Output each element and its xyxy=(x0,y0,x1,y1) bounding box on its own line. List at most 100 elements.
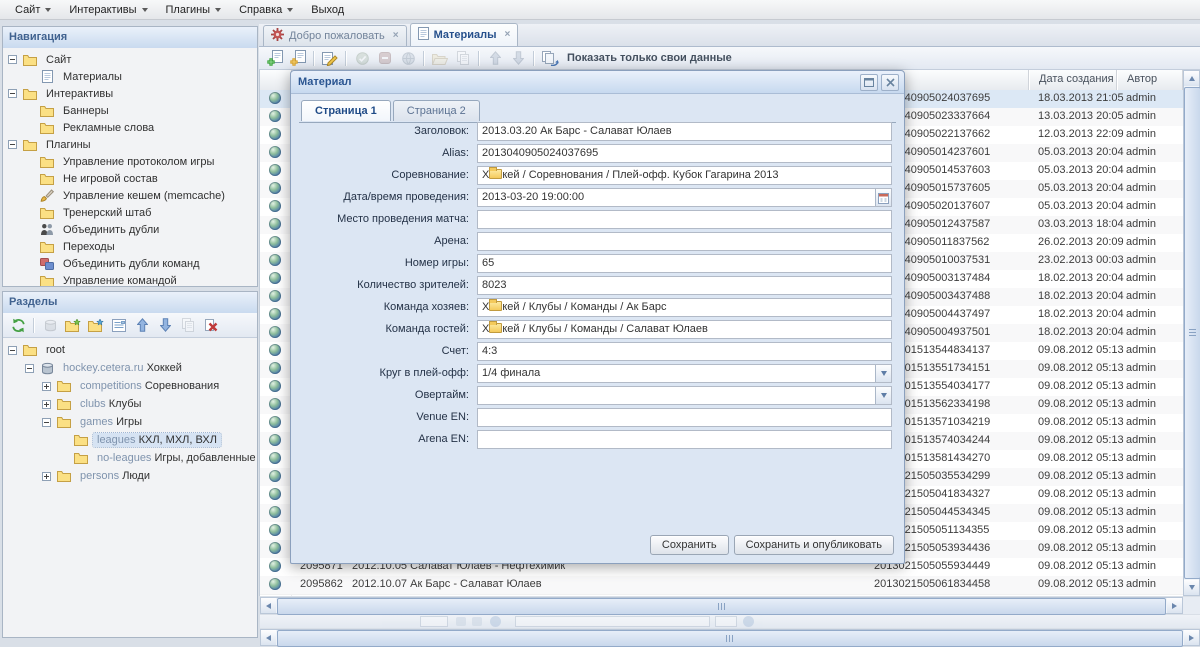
page-number-input[interactable] xyxy=(420,616,448,627)
tree-node[interactable]: Объединить дубли команд xyxy=(3,255,257,272)
datetime-field[interactable]: 2013-03-20 19:00:00 xyxy=(477,188,892,207)
column-header-created[interactable]: Дата создания xyxy=(1029,70,1117,90)
title-field[interactable]: 2013.03.20 Ак Барс - Салават Юлаев xyxy=(477,122,892,141)
menu-site[interactable]: Сайт xyxy=(6,2,60,18)
add-material-button[interactable] xyxy=(265,49,285,68)
collapse-icon[interactable] xyxy=(8,55,17,64)
table-row[interactable]: 20958622012.10.07 Ак Барс - Салават Юлае… xyxy=(260,576,1183,595)
horizontal-scroll-thumb[interactable] xyxy=(277,598,1166,615)
tree-node[interactable]: Управление кешем (memcache) xyxy=(3,187,257,204)
tree-node[interactable]: Плагины xyxy=(3,136,257,153)
sections-panel-header[interactable]: Разделы xyxy=(3,292,257,314)
show-own-data-button[interactable] xyxy=(540,49,560,68)
tree-node[interactable]: persons Люди xyxy=(3,467,257,485)
refresh-icon[interactable] xyxy=(490,616,501,627)
tab-welcome[interactable]: Добро пожаловать× xyxy=(263,25,407,46)
filter-input[interactable] xyxy=(515,616,710,627)
menu-plugins[interactable]: Плагины xyxy=(157,2,231,18)
dialog-tab-1[interactable]: Страница 1 xyxy=(301,100,391,121)
tree-node[interactable]: competitions Соревнования xyxy=(3,377,257,395)
playoff-round-field[interactable]: 1/4 финала xyxy=(477,364,892,383)
horizontal-scrollbar[interactable] xyxy=(260,597,1183,614)
scroll-right-arrow[interactable] xyxy=(1167,598,1182,613)
tree-node[interactable]: Баннеры xyxy=(3,102,257,119)
dialog-tab-2[interactable]: Страница 2 xyxy=(393,100,480,121)
refresh-button[interactable] xyxy=(8,316,28,335)
column-header-icon[interactable] xyxy=(260,70,292,90)
edit-material-button[interactable] xyxy=(320,49,340,68)
navigation-panel-header[interactable]: Навигация xyxy=(3,27,257,49)
vertical-scrollbar[interactable] xyxy=(1183,70,1200,596)
expand-icon[interactable] xyxy=(42,472,51,481)
save-publish-button[interactable]: Сохранить и опубликовать xyxy=(734,535,894,555)
collapse-icon[interactable] xyxy=(8,89,17,98)
calendar-trigger-icon[interactable] xyxy=(875,188,892,207)
tree-node[interactable]: Рекламные слова xyxy=(3,119,257,136)
add-subsection-button[interactable] xyxy=(86,316,106,335)
dialog-header[interactable]: Материал xyxy=(291,71,904,94)
combo-dropdown-icon[interactable] xyxy=(875,386,892,405)
maximize-icon[interactable] xyxy=(860,74,878,91)
away-team-field[interactable]: Хкей / Клубы / Команды / Салават Юлаев xyxy=(477,320,892,339)
menu-help[interactable]: Справка xyxy=(230,2,302,18)
expand-icon[interactable] xyxy=(42,382,51,391)
tree-node[interactable]: Интерактивы xyxy=(3,85,257,102)
tree-node[interactable]: clubs Клубы xyxy=(3,395,257,413)
horizontal-scroll-thumb[interactable] xyxy=(277,630,1183,647)
alias-field[interactable]: 2013040905024037695 xyxy=(477,144,892,163)
arena-en-field[interactable] xyxy=(477,430,892,449)
tab-close-icon[interactable]: × xyxy=(504,30,510,40)
save-button[interactable]: Сохранить xyxy=(650,535,729,555)
venue-field[interactable] xyxy=(477,210,892,229)
collapse-icon[interactable] xyxy=(8,140,17,149)
search-icon[interactable] xyxy=(743,616,754,627)
spectators-field[interactable]: 8023 xyxy=(477,276,892,295)
move-section-down-button[interactable] xyxy=(155,316,175,335)
vertical-scroll-thumb[interactable] xyxy=(1184,87,1200,579)
tree-node[interactable]: Не игровой состав xyxy=(3,170,257,187)
tree-node[interactable]: root xyxy=(3,341,257,359)
game-number-field[interactable]: 65 xyxy=(477,254,892,273)
venue-en-field[interactable] xyxy=(477,408,892,427)
paging-icon[interactable] xyxy=(456,617,466,626)
close-icon[interactable] xyxy=(881,74,899,91)
tree-node[interactable]: Сайт xyxy=(3,51,257,68)
column-header-author[interactable]: Автор xyxy=(1117,70,1183,90)
menu-interactives[interactable]: Интерактивы xyxy=(60,2,156,18)
delete-section-button[interactable] xyxy=(201,316,221,335)
move-section-up-button[interactable] xyxy=(132,316,152,335)
scroll-up-arrow[interactable] xyxy=(1184,71,1199,86)
tree-node[interactable]: Тренерский штаб xyxy=(3,204,257,221)
filter-button[interactable] xyxy=(715,616,737,627)
tree-node[interactable]: Объединить дубли xyxy=(3,221,257,238)
overtime-field[interactable] xyxy=(477,386,892,405)
home-team-field[interactable]: Хкей / Клубы / Команды / Ак Барс xyxy=(477,298,892,317)
tree-node[interactable]: games Игры xyxy=(3,413,257,431)
expand-icon[interactable] xyxy=(42,400,51,409)
tab-close-icon[interactable]: × xyxy=(393,31,399,41)
tab-materials[interactable]: Материалы× xyxy=(410,23,519,46)
arena-field[interactable] xyxy=(477,232,892,251)
collapse-icon[interactable] xyxy=(25,364,34,373)
add-section-button[interactable] xyxy=(63,316,83,335)
score-field[interactable]: 4:3 xyxy=(477,342,892,361)
tree-node[interactable]: no-leagues Игры, добавленные вручную xyxy=(3,449,257,467)
globe-icon xyxy=(269,92,281,104)
tree-node[interactable]: Материалы xyxy=(3,68,257,85)
tree-node[interactable]: Управление протоколом игры xyxy=(3,153,257,170)
tree-node[interactable]: Управление командой xyxy=(3,272,257,286)
form-row: Количество зрителей:8023 xyxy=(299,276,896,296)
tree-node[interactable]: hockey.cetera.ru Хоккей xyxy=(3,359,257,377)
tree-node[interactable]: leagues КХЛ, МХЛ, ВХЛ xyxy=(3,431,257,449)
tree-node[interactable]: Переходы xyxy=(3,238,257,255)
scroll-left-arrow[interactable] xyxy=(261,598,276,613)
collapse-icon[interactable] xyxy=(42,418,51,427)
scroll-down-arrow[interactable] xyxy=(1184,580,1199,595)
competition-field[interactable]: Хкей / Соревнования / Плей-офф. Кубок Га… xyxy=(477,166,892,185)
edit-section-button[interactable] xyxy=(109,316,129,335)
paging-icon[interactable] xyxy=(472,617,482,626)
add-material-alt-button[interactable] xyxy=(288,49,308,68)
collapse-icon[interactable] xyxy=(8,346,17,355)
menu-logout[interactable]: Выход xyxy=(302,2,353,18)
combo-dropdown-icon[interactable] xyxy=(875,364,892,383)
